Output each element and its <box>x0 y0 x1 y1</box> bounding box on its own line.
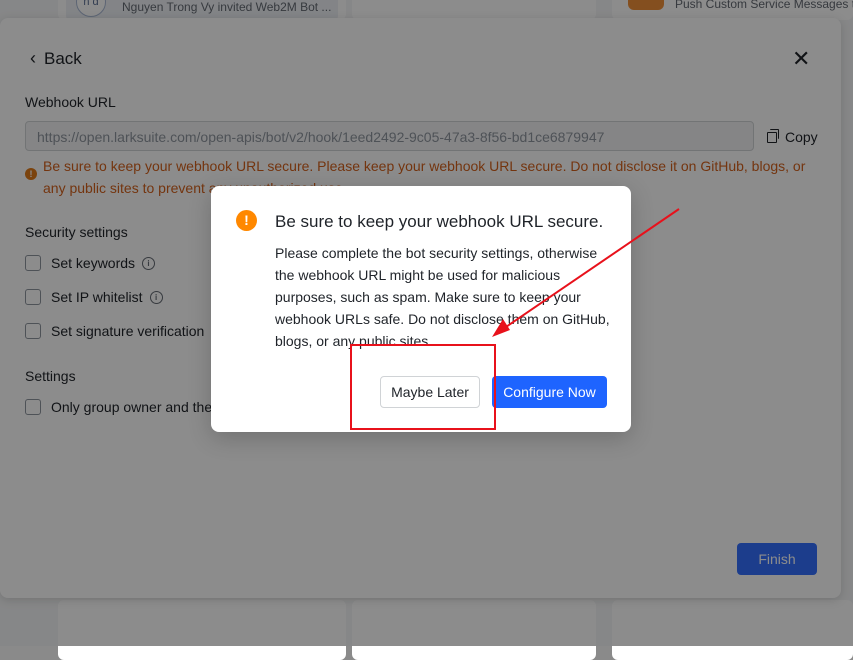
annotation-highlight-box <box>350 344 496 430</box>
warning-icon: ! <box>236 210 257 231</box>
configure-now-button[interactable]: Configure Now <box>492 376 607 408</box>
dialog-body: Please complete the bot security setting… <box>275 245 610 349</box>
dialog-title: Be sure to keep your webhook URL secure. <box>275 212 604 231</box>
